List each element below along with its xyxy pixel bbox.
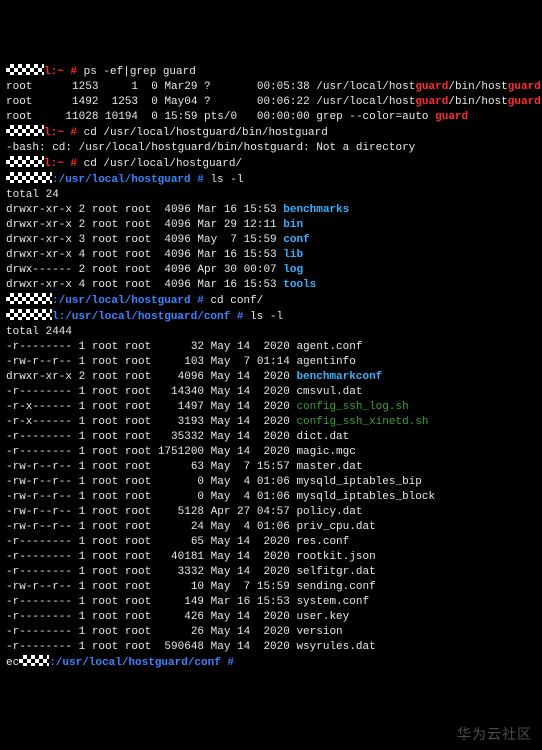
terminal-line: l:~ # cd /usr/local/hostguard/bin/hostgu…	[6, 125, 536, 141]
redacted-hostname	[6, 309, 52, 320]
prompt: l:~ #	[44, 66, 84, 78]
file-entry: master.dat	[296, 461, 362, 473]
redacted-hostname	[6, 172, 52, 183]
file-entry: version	[296, 626, 342, 638]
dir-entry: log	[283, 264, 303, 276]
terminal-line: drwxr-xr-x 2 root root 4096 May 14 2020 …	[6, 370, 536, 385]
dir-entry: tools	[283, 279, 316, 291]
terminal-line: :/usr/local/hostguard # cd conf/	[6, 293, 536, 309]
terminal-line: -r-x------ 1 root root 1497 May 14 2020 …	[6, 400, 536, 415]
dir-entry: lib	[283, 249, 303, 261]
redacted-hostname	[6, 125, 44, 136]
terminal-output[interactable]: l:~ # ps -ef|grep guardroot 1253 1 0 Mar…	[6, 64, 536, 671]
prompt-path: :/usr/local/hostguard #	[52, 295, 210, 307]
file-entry: magic.mgc	[296, 446, 355, 458]
error-message: -bash: cd: /usr/local/hostguard/bin/host…	[6, 142, 415, 154]
terminal-line: -r-------- 1 root root 40181 May 14 2020…	[6, 550, 536, 565]
file-entry: user.key	[296, 611, 349, 623]
dir-entry: conf	[283, 234, 309, 246]
terminal-line: drwxr-xr-x 2 root root 4096 Mar 29 12:11…	[6, 218, 536, 233]
command[interactable]: ls -l	[210, 174, 243, 186]
terminal-line: drwxr-xr-x 4 root root 4096 Mar 16 15:53…	[6, 248, 536, 263]
terminal-line: -r-------- 1 root root 65 May 14 2020 re…	[6, 535, 536, 550]
terminal-line: -r-x------ 1 root root 3193 May 14 2020 …	[6, 415, 536, 430]
terminal-line: -rw-r--r-- 1 root root 63 May 7 15:57 ma…	[6, 460, 536, 475]
terminal-line: -r-------- 1 root root 35332 May 14 2020…	[6, 430, 536, 445]
terminal-line: :/usr/local/hostguard # ls -l	[6, 172, 536, 188]
file-entry: cmsvul.dat	[296, 386, 362, 398]
command[interactable]: ps -ef|grep guard	[84, 66, 196, 78]
file-entry: sending.conf	[296, 581, 375, 593]
terminal-line: drwxr-xr-x 2 root root 4096 Mar 16 15:53…	[6, 203, 536, 218]
file-entry: config_ssh_log.sh	[296, 401, 408, 413]
prompt-path: :/usr/local/hostguard/conf #	[49, 657, 240, 669]
terminal-line: -r-------- 1 root root 590648 May 14 202…	[6, 640, 536, 655]
dir-entry: benchmarks	[283, 204, 349, 216]
terminal-line: -r-------- 1 root root 426 May 14 2020 u…	[6, 610, 536, 625]
file-entry: selfitgr.dat	[296, 566, 375, 578]
terminal-line: -rw-r--r-- 1 root root 10 May 7 15:59 se…	[6, 580, 536, 595]
prompt: l:~ #	[44, 158, 84, 170]
terminal-line: ec:/usr/local/hostguard/conf #	[6, 655, 536, 671]
terminal-line: -r-------- 1 root root 1751200 May 14 20…	[6, 445, 536, 460]
terminal-line: -rw-r--r-- 1 root root 103 May 7 01:14 a…	[6, 355, 536, 370]
file-entry: mysqld_iptables_block	[296, 491, 435, 503]
file-entry: system.conf	[296, 596, 369, 608]
dir-entry: bin	[283, 219, 303, 231]
terminal-line: -r-------- 1 root root 26 May 14 2020 ve…	[6, 625, 536, 640]
terminal-line: -bash: cd: /usr/local/hostguard/bin/host…	[6, 141, 536, 156]
terminal-line: -rw-r--r-- 1 root root 0 May 4 01:06 mys…	[6, 475, 536, 490]
command[interactable]: ls -l	[250, 311, 283, 323]
terminal-line: drwxr-xr-x 3 root root 4096 May 7 15:59 …	[6, 233, 536, 248]
redacted-hostname	[6, 64, 44, 75]
prompt: l:~ #	[44, 127, 84, 139]
terminal-line: drwx------ 2 root root 4096 Apr 30 00:07…	[6, 263, 536, 278]
prompt-path: :/usr/local/hostguard #	[52, 174, 210, 186]
file-entry: benchmarkconf	[296, 371, 382, 383]
terminal-line: root 1492 1253 0 May04 ? 00:06:22 /usr/l…	[6, 95, 536, 110]
terminal-line: -r-------- 1 root root 14340 May 14 2020…	[6, 385, 536, 400]
terminal-line: -rw-r--r-- 1 root root 5128 Apr 27 04:57…	[6, 505, 536, 520]
prompt-path: l:/usr/local/hostguard/conf #	[52, 311, 250, 323]
terminal-line: root 1253 1 0 Mar29 ? 00:05:38 /usr/loca…	[6, 80, 536, 95]
file-entry: config_ssh_xinetd.sh	[296, 416, 428, 428]
terminal-line: root 11028 10194 0 15:59 pts/0 00:00:00 …	[6, 110, 536, 125]
file-entry: agent.conf	[296, 341, 362, 353]
terminal-line: drwxr-xr-x 4 root root 4096 Mar 16 15:53…	[6, 278, 536, 293]
file-entry: agentinfo	[296, 356, 355, 368]
terminal-line: -rw-r--r-- 1 root root 0 May 4 01:06 mys…	[6, 490, 536, 505]
terminal-line: -r-------- 1 root root 32 May 14 2020 ag…	[6, 340, 536, 355]
file-entry: priv_cpu.dat	[296, 521, 375, 533]
file-entry: dict.dat	[296, 431, 349, 443]
terminal-line: total 2444	[6, 325, 536, 340]
command[interactable]: cd /usr/local/hostguard/	[84, 158, 242, 170]
file-entry: mysqld_iptables_bip	[296, 476, 421, 488]
terminal-line: l:/usr/local/hostguard/conf # ls -l	[6, 309, 536, 325]
file-entry: policy.dat	[296, 506, 362, 518]
file-entry: rootkit.json	[296, 551, 375, 563]
command[interactable]: cd /usr/local/hostguard/bin/hostguard	[84, 127, 328, 139]
terminal-line: l:~ # cd /usr/local/hostguard/	[6, 156, 536, 172]
terminal-line: total 24	[6, 188, 536, 203]
terminal-line: -r-------- 1 root root 149 Mar 16 15:53 …	[6, 595, 536, 610]
command[interactable]: cd conf/	[210, 295, 263, 307]
redacted-hostname	[19, 655, 49, 666]
file-entry: wsyrules.dat	[296, 641, 375, 653]
file-entry: res.conf	[296, 536, 349, 548]
terminal-line: l:~ # ps -ef|grep guard	[6, 64, 536, 80]
terminal-line: -r-------- 1 root root 3332 May 14 2020 …	[6, 565, 536, 580]
terminal-line: -rw-r--r-- 1 root root 24 May 4 01:06 pr…	[6, 520, 536, 535]
watermark: 华为云社区	[457, 727, 532, 742]
redacted-hostname	[6, 293, 52, 304]
redacted-hostname	[6, 156, 44, 167]
